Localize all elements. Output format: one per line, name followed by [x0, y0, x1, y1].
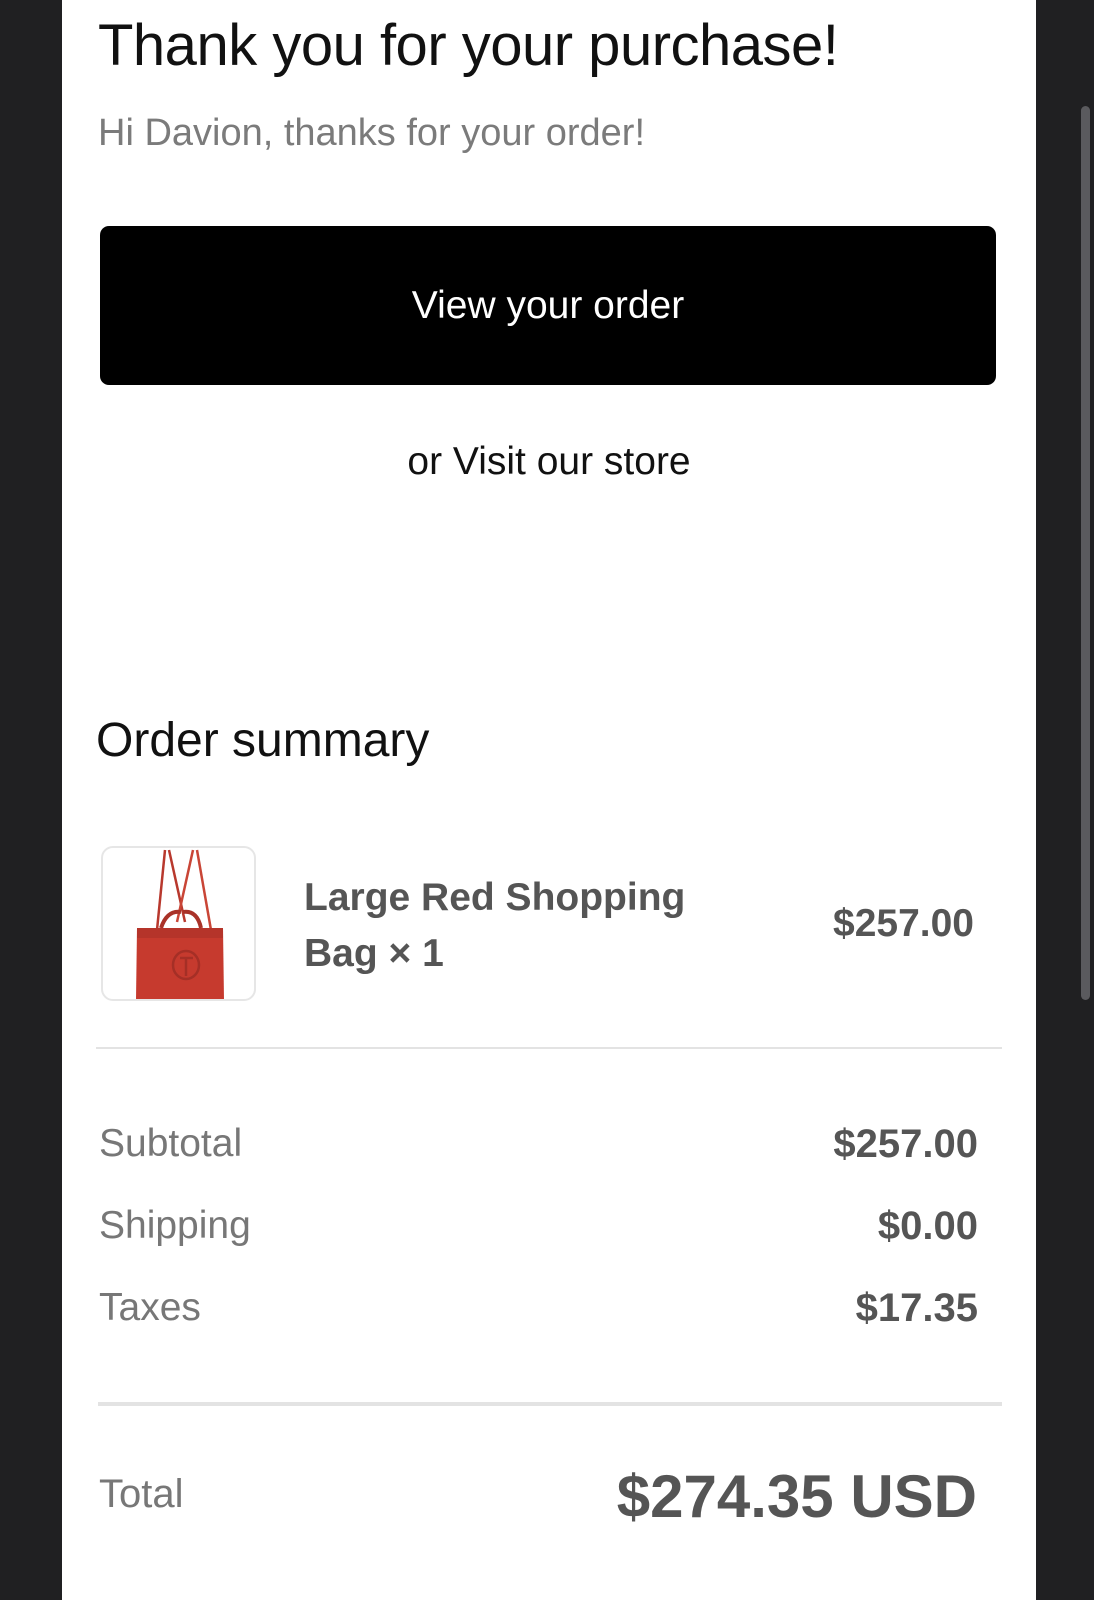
page-title: Thank you for your purchase! [98, 13, 839, 78]
total-divider [98, 1402, 1002, 1406]
shipping-value: $0.00 [877, 1204, 978, 1248]
taxes-label: Taxes [99, 1286, 201, 1329]
greeting-text: Hi Davion, thanks for your order! [98, 112, 646, 154]
subtotal-label: Subtotal [99, 1122, 243, 1165]
view-order-button[interactable]: View your order [100, 226, 996, 385]
scrollbar[interactable] [1081, 106, 1090, 1000]
total-value: $274.35 USD [616, 1463, 977, 1530]
product-name: Large Red Shopping Bag × 1 [304, 876, 686, 975]
subtotal-value: $257.00 [833, 1122, 978, 1166]
store-link-line: or Visit our store [62, 440, 1036, 484]
visit-store-link[interactable]: Visit our store [453, 440, 691, 483]
product-image [101, 846, 256, 1001]
total-label: Total [99, 1472, 184, 1516]
shipping-label: Shipping [99, 1204, 251, 1247]
red-shopping-bag-icon [136, 849, 224, 999]
screen: Thank you for your purchase! Hi Davion, … [0, 0, 1094, 1600]
divider [96, 1047, 1002, 1049]
product-price: $257.00 [833, 902, 974, 945]
store-link-prefix: or [407, 440, 443, 483]
order-summary-title: Order summary [96, 714, 430, 767]
order-confirmation-card: Thank you for your purchase! Hi Davion, … [62, 0, 1036, 1600]
taxes-value: $17.35 [855, 1286, 978, 1330]
